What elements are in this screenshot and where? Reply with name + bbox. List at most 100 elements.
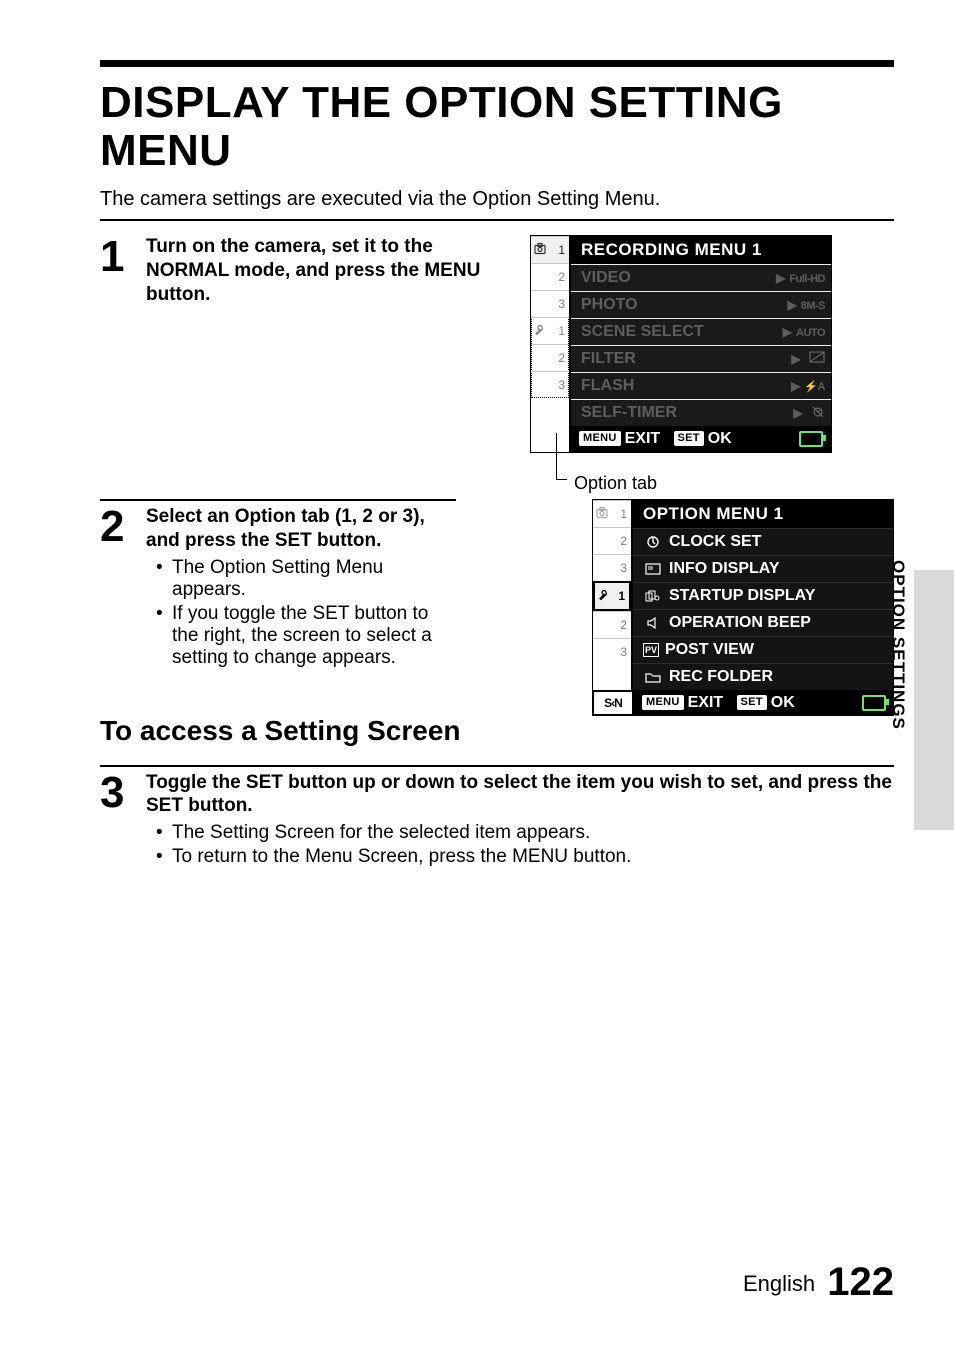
step-1-number: 1: [100, 235, 140, 279]
option-tab2-1-num: 1: [618, 589, 625, 603]
menu-row-filter: FILTER ▶: [571, 345, 831, 372]
triangle-right-icon: ▶: [787, 298, 796, 312]
camera-icon: [596, 507, 610, 522]
footer-language: English: [743, 1271, 815, 1296]
folder-icon: [643, 671, 663, 683]
option-tab2-3-num: 3: [620, 645, 627, 659]
tab-rail-2: 1 2 3 1 2 3: [593, 500, 633, 690]
menu-row-scene: SCENE SELECT ▶ AUTO: [571, 318, 831, 345]
info-display-icon: [643, 563, 663, 575]
startup-display-icon: [643, 590, 663, 602]
set-pill: SET: [737, 695, 767, 710]
set-pill: SET: [674, 431, 704, 446]
menu-row-scene-value: AUTO: [796, 327, 825, 339]
camera-tab-3-num: 3: [558, 297, 565, 311]
option-menu-title: OPTION MENU 1: [633, 500, 893, 528]
pv-icon: PV: [643, 643, 659, 657]
speaker-icon: [643, 617, 663, 629]
menu-pill: MENU: [642, 695, 684, 710]
opt-row-info-label: INFO DISPLAY: [669, 560, 780, 578]
menu-row-filter-label: FILTER: [581, 350, 636, 368]
camera-icon: [534, 243, 548, 258]
camera-tab2-2: 2: [593, 527, 631, 554]
camera-tab-3: 3: [531, 290, 569, 317]
page: OPTION SETTINGS DISPLAY THE OPTION SETTI…: [0, 0, 954, 1345]
opt-row-info: INFO DISPLAY: [633, 555, 893, 582]
opt-row-postview: PV POST VIEW: [633, 636, 893, 663]
camera-tab-1: 1: [531, 236, 569, 263]
menu-row-scene-label: SCENE SELECT: [581, 323, 704, 341]
option-menu-screenshot: 1 2 3 1 2 3: [592, 499, 894, 714]
option-tab-3: 3: [531, 371, 569, 398]
opt-row-startup-label: STARTUP DISPLAY: [669, 587, 815, 605]
triangle-right-icon: ▶: [783, 325, 792, 339]
triangle-right-icon: ▶: [793, 406, 802, 420]
opt-row-beep: OPERATION BEEP: [633, 609, 893, 636]
page-footer: English 122: [743, 1260, 894, 1305]
menu-row-selftimer: SELF-TIMER ▶: [571, 399, 831, 426]
divider: [100, 219, 894, 221]
menu-row-photo-label: PHOTO: [581, 296, 638, 314]
opt-row-postview-label: POST VIEW: [665, 641, 754, 659]
step-2-bullet-2: If you toggle the SET button to the righ…: [162, 603, 456, 669]
footer-ok: OK: [771, 694, 795, 711]
menu-row-video-label: VIDEO: [581, 269, 631, 287]
battery-icon: [862, 695, 886, 711]
wrench-icon: [598, 589, 610, 604]
opt-row-recfolder-label: REC FOLDER: [669, 668, 773, 686]
sn-mode-indicator: S‹N: [592, 690, 634, 716]
side-thumb-tab: [914, 570, 954, 830]
menu-row-photo-value: 8M-S: [801, 300, 825, 312]
option-tab2-2: 2: [593, 611, 631, 638]
option-tab-1: 1: [531, 317, 569, 344]
wrench-icon: [534, 324, 546, 339]
camera-tab-1-num: 1: [558, 243, 565, 257]
triangle-right-icon: ▶: [791, 379, 800, 393]
option-tab2-2-num: 2: [620, 618, 627, 632]
recording-menu-screenshot: 1 2 3 1: [530, 235, 832, 489]
timer-off-icon: [811, 404, 825, 421]
option-tab-2: 2: [531, 344, 569, 371]
option-menu-footer: MENU EXIT SET OK: [634, 690, 894, 716]
step-2-instruction: Select an Option tab (1, 2 or 3), and pr…: [146, 505, 456, 553]
option-tab-3-num: 3: [558, 378, 565, 392]
opt-row-startup: STARTUP DISPLAY: [633, 582, 893, 609]
menu-row-video-value: Full-HD: [789, 273, 825, 285]
page-title-line1: DISPLAY THE OPTION SETTING: [100, 78, 783, 127]
option-tab-caption: Option tab: [574, 473, 657, 494]
camera-tab-2: 2: [531, 263, 569, 290]
option-tab-1-num: 1: [558, 324, 565, 338]
triangle-right-icon: ▶: [791, 352, 800, 366]
tab-rail: 1 2 3 1: [531, 236, 571, 452]
footer-exit: EXIT: [688, 694, 724, 711]
opt-row-beep-label: OPERATION BEEP: [669, 614, 811, 632]
step-3-bullet-1: The Setting Screen for the selected item…: [162, 822, 894, 844]
footer-ok: OK: [708, 430, 732, 447]
menu-row-flash-label: FLASH: [581, 377, 634, 395]
menu-row-flash-value: ⚡A: [804, 381, 825, 393]
menu-pill: MENU: [579, 431, 621, 446]
footer-exit: EXIT: [625, 430, 661, 447]
menu-footer: MENU EXIT SET OK: [571, 426, 831, 452]
menu-row-flash: FLASH ▶ ⚡A: [571, 372, 831, 399]
step-3-bullet-2: To return to the Menu Screen, press the …: [162, 846, 894, 868]
step-2-number: 2: [100, 505, 140, 549]
menu-row-video: VIDEO ▶Full-HD: [571, 264, 831, 291]
menu-row-photo: PHOTO ▶ 8M-S: [571, 291, 831, 318]
step-3-instruction: Toggle the SET button up or down to sele…: [146, 771, 894, 819]
camera-tab2-2-num: 2: [620, 534, 627, 548]
option-tab-callout: Option tab: [530, 459, 832, 489]
footer-page-number: 122: [827, 1260, 894, 1304]
menu-row-selftimer-label: SELF-TIMER: [581, 404, 677, 422]
opt-row-clock: CLOCK SET: [633, 528, 893, 555]
step-1-instruction: Turn on the camera, set it to the NORMAL…: [146, 235, 496, 306]
option-tab2-1: 1: [593, 581, 631, 611]
option-tab-2-num: 2: [558, 351, 565, 365]
filter-none-icon: [809, 350, 825, 367]
camera-tab2-3-num: 3: [620, 561, 627, 575]
opt-row-clock-label: CLOCK SET: [669, 533, 761, 551]
camera-tab2-1-num: 1: [620, 507, 627, 521]
page-title-line2: MENU: [100, 126, 232, 175]
intro-text: The camera settings are executed via the…: [100, 188, 894, 211]
subheading: To access a Setting Screen: [100, 715, 894, 747]
